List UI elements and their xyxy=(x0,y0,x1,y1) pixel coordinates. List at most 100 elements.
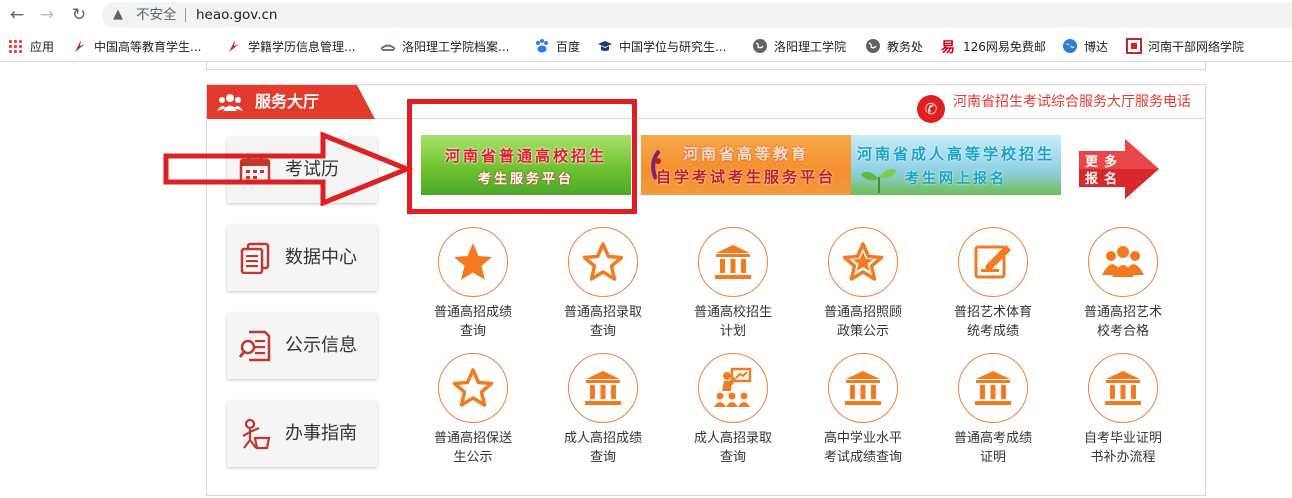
bookmark-henan-cadre[interactable]: 河南干部网络学院 xyxy=(1126,38,1244,56)
bookmark-xueji[interactable]: 学籍学历信息管理... xyxy=(226,38,355,56)
graduation-cap-icon xyxy=(598,41,612,51)
document-search-icon xyxy=(239,330,271,362)
bookmark-lyit[interactable]: 洛阳理工学院 xyxy=(752,38,846,56)
globe-color-icon xyxy=(1063,39,1077,53)
group-icon xyxy=(1102,246,1144,277)
documents-icon xyxy=(240,242,270,274)
service-art-sports-score[interactable]: 普招艺术体育 统考成绩 xyxy=(933,227,1053,347)
institution-icon xyxy=(845,371,881,405)
service-art-school-exam[interactable]: 普通高招艺术 校考合格 xyxy=(1063,227,1183,347)
service-icon-circle xyxy=(828,227,898,297)
banner-subtitle: 自学考试考生服务平台 xyxy=(655,168,836,186)
apps-grid-icon xyxy=(8,39,22,53)
bookmark-label: 中国学位与研究生... xyxy=(619,40,727,54)
bookmark-label: 河南干部网络学院 xyxy=(1148,40,1245,54)
chsi-logo-icon xyxy=(75,40,85,52)
service-caption: 普通高招照顾 政策公示 xyxy=(823,305,902,339)
banner-self-study-exam[interactable]: 河南省高等教育 自学考试考生服务平台 xyxy=(641,135,851,195)
service-icon-circle xyxy=(1088,353,1158,423)
bookmark-apps[interactable]: 应用 xyxy=(8,38,54,56)
side-menu-guide[interactable]: 办事指南 xyxy=(227,401,377,467)
service-icon-circle xyxy=(568,353,638,423)
browser-toolbar: ← → ↻ ▲ 不安全 heao.gov.cn xyxy=(0,0,1292,32)
service-preferential-policy[interactable]: 普通高招照顾 政策公示 xyxy=(803,227,923,347)
edit-document-icon xyxy=(974,245,1011,279)
service-self-exam-certificate-reissue[interactable]: 自考毕业证明 书补办流程 xyxy=(1063,353,1183,473)
bookmarks-bar: 应用 中国高等教育学生... 学籍学历信息管理... 洛阳理工学院档案... 百… xyxy=(0,32,1292,62)
service-icon-circle xyxy=(828,353,898,423)
institution-icon xyxy=(975,371,1011,405)
banner-adult-college-admission[interactable]: 河南省成人高等学校招生 考生网上报名 xyxy=(851,135,1061,195)
star-outline-icon xyxy=(842,242,884,281)
star-filled-icon xyxy=(454,243,492,280)
annotation-highlight-box xyxy=(407,99,637,214)
service-caption: 普通高招保送 生公示 xyxy=(433,431,512,465)
service-hotline[interactable]: ✆ 河南省招生考试综合服务大厅服务电话 xyxy=(917,85,1191,123)
panel-title: 服务大厅 xyxy=(255,92,320,111)
banner-title: 河南省高等教育 xyxy=(682,145,809,163)
service-adult-score-query[interactable]: 成人高招成绩 查询 xyxy=(543,353,663,473)
service-caption: 普通高校招生 计划 xyxy=(693,305,772,339)
service-academic-level-query[interactable]: 高中学业水平 考试成绩查询 xyxy=(803,353,923,473)
service-caption: 普通高考成绩 证明 xyxy=(953,431,1032,465)
more-line2: 报名 xyxy=(1085,172,1124,187)
service-icon-circle xyxy=(698,227,768,297)
archive-logo-icon xyxy=(380,44,396,51)
page-content: 服务大厅 ✆ 河南省招生考试综合服务大厅服务电话 考试历 数据中心 公示信息 办… xyxy=(206,62,1206,498)
url-text[interactable]: heao.gov.cn xyxy=(196,2,278,28)
side-menu-label: 办事指南 xyxy=(285,423,357,444)
bookmark-label: 百度 xyxy=(556,40,581,54)
service-icon-circle xyxy=(438,227,508,297)
svg-text:易: 易 xyxy=(941,40,955,54)
service-gaokao-score-certificate[interactable]: 普通高考成绩 证明 xyxy=(933,353,1053,473)
people-icon xyxy=(217,94,243,111)
chsi-logo-icon xyxy=(229,40,239,52)
banner-subtitle: 考生网上报名 xyxy=(905,171,1007,187)
presentation-icon xyxy=(714,367,752,407)
guide-person-icon xyxy=(242,418,271,450)
service-gaokao-admission-query[interactable]: 普通高招录取 查询 xyxy=(543,227,663,347)
service-caption: 普通高招录取 查询 xyxy=(563,305,642,339)
address-bar[interactable]: ▲ 不安全 heao.gov.cn xyxy=(102,2,1292,28)
bookmark-label: 126网易免费邮 xyxy=(963,40,1046,54)
globe-icon xyxy=(753,39,767,53)
bookmark-126-mail[interactable]: 易 126网易免费邮 xyxy=(941,38,1046,56)
bookmark-lyit-archive[interactable]: 洛阳理工学院档案... xyxy=(380,38,509,56)
service-icon-circle xyxy=(698,353,768,423)
service-icon-circle xyxy=(958,227,1028,297)
institution-icon xyxy=(585,371,621,405)
bookmark-cdgdc[interactable]: 中国学位与研究生... xyxy=(597,38,726,56)
service-gaokao-score-query[interactable]: 普通高招成绩 查询 xyxy=(413,227,533,347)
bookmark-label: 教务处 xyxy=(887,40,924,54)
globe-icon xyxy=(866,39,880,53)
service-caption: 普通高招成绩 查询 xyxy=(433,305,512,339)
bookmark-boda[interactable]: 博达 xyxy=(1062,38,1108,56)
service-caption: 普通高招艺术 校考合格 xyxy=(1083,305,1162,339)
service-caption: 普招艺术体育 统考成绩 xyxy=(953,305,1032,339)
bookmark-chsi[interactable]: 中国高等教育学生... xyxy=(72,38,201,56)
reload-icon[interactable]: ↻ xyxy=(68,4,90,26)
bookmark-baidu[interactable]: 百度 xyxy=(534,38,580,56)
bookmark-label: 洛阳理工学院档案... xyxy=(402,40,510,54)
annotation-arrow xyxy=(163,132,413,206)
bookmark-jiaowu[interactable]: 教务处 xyxy=(865,38,923,56)
service-adult-admission-query[interactable]: 成人高招录取 查询 xyxy=(673,353,793,473)
forward-arrow-icon[interactable]: → xyxy=(36,4,58,26)
service-icon-circle xyxy=(568,227,638,297)
star-outline-icon xyxy=(452,368,494,407)
panel-header: 服务大厅 ✆ 河南省招生考试综合服务大厅服务电话 xyxy=(207,85,1205,123)
institution-icon xyxy=(1105,371,1141,405)
service-admission-plan[interactable]: 普通高校招生 计划 xyxy=(673,227,793,347)
institution-icon xyxy=(715,245,751,279)
more-registration-button[interactable]: 更多 报名 xyxy=(1075,139,1161,211)
side-menu-label: 公示信息 xyxy=(285,335,357,356)
bookmark-label: 博达 xyxy=(1084,40,1109,54)
warning-triangle-icon: ▲ xyxy=(113,7,123,22)
side-menu-data-center[interactable]: 数据中心 xyxy=(227,225,377,291)
bookmark-label: 学籍学历信息管理... xyxy=(248,40,356,54)
star-outline-icon xyxy=(582,242,624,281)
service-icon-circle xyxy=(1088,227,1158,297)
service-recommended-students[interactable]: 普通高招保送 生公示 xyxy=(413,353,533,473)
back-arrow-icon[interactable]: ← xyxy=(6,4,28,26)
side-menu-public-info[interactable]: 公示信息 xyxy=(227,313,377,379)
